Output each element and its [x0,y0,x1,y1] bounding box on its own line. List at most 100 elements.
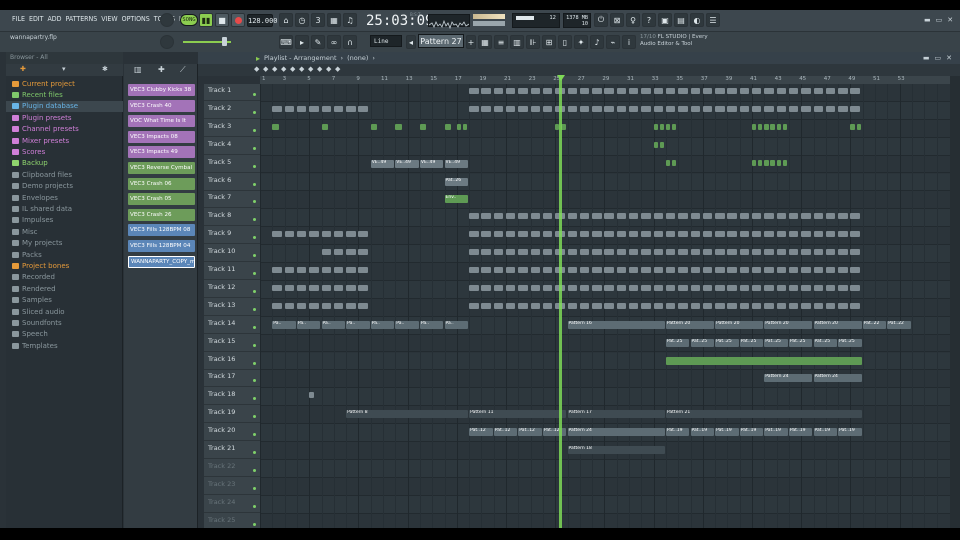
pattern-clip[interactable] [715,213,725,220]
browser-item-speech[interactable]: Speech [12,329,48,340]
pattern-clip[interactable] [690,267,700,273]
browser-item-scores[interactable]: Scores [12,146,45,157]
pattern-clip[interactable] [850,302,860,309]
pattern-clip[interactable]: Env.. [444,195,469,204]
cpu-panic-icon[interactable]: ⏻ [594,13,608,27]
pattern-clip[interactable]: Pat..12 [493,428,518,437]
pattern-clip[interactable] [616,88,627,94]
pattern-clip[interactable]: Pa.. [272,320,296,329]
pattern-clip[interactable] [727,213,737,220]
mixer-icon[interactable]: ⊠ [610,13,624,27]
picker-item[interactable]: VOC What Time Is It [128,115,195,128]
track-header[interactable]: Track 4 [204,138,260,155]
pattern-clip[interactable] [629,213,639,220]
pattern-clip[interactable] [542,284,553,291]
pattern-clip[interactable] [776,249,787,256]
pattern-clip[interactable] [850,105,860,112]
track-mute-led[interactable] [253,307,256,311]
pattern-clip[interactable] [678,231,688,238]
pattern-clip[interactable] [813,302,823,309]
pattern-clip[interactable] [641,88,651,94]
pattern-clip[interactable] [641,302,651,309]
pattern-clip[interactable]: Pa.. [296,320,321,329]
track-mute-led[interactable] [253,486,256,490]
pattern-clip[interactable] [715,88,725,94]
pattern-clip[interactable] [850,88,860,94]
pattern-clip[interactable] [788,105,799,112]
pattern-clip[interactable] [579,88,590,94]
track-mute-led[interactable] [253,200,256,204]
track-header[interactable]: Track 6 [204,174,260,191]
pattern-clip[interactable] [592,284,602,291]
snap-selector[interactable]: Line [370,35,402,47]
pattern-clip[interactable] [530,88,541,94]
pattern-clip[interactable] [309,392,315,399]
browser-item-templates[interactable]: Templates [12,340,58,351]
pattern-clip[interactable]: Pat..12 [469,428,493,437]
pattern-clip[interactable] [752,88,762,94]
track-mute-led[interactable] [253,218,256,222]
play-tool-icon[interactable]: ◆ [317,65,322,73]
pattern-clip[interactable]: Pattern 21 [665,410,862,419]
pattern-clip[interactable] [825,88,836,94]
pattern-clip[interactable] [825,105,836,112]
pattern-clip[interactable] [782,123,787,130]
pattern-clip[interactable] [770,123,775,130]
pattern-clip[interactable] [752,231,762,238]
pattern-clip[interactable] [333,302,344,309]
pattern-clip[interactable] [653,249,664,256]
news-icon[interactable]: ☰ [706,13,720,27]
pattern-clip[interactable] [850,249,860,256]
pattern-clip[interactable] [727,88,737,94]
pattern-clip[interactable] [764,284,774,291]
pattern-clip[interactable] [272,123,279,130]
pattern-clip[interactable] [788,302,799,309]
pattern-clip[interactable] [604,105,614,112]
pattern-clip[interactable] [678,267,688,273]
pattern-clip[interactable]: VE..49 [419,159,444,168]
pattern-clip[interactable] [506,231,516,238]
pattern-clip[interactable] [296,267,307,273]
picker-item[interactable]: VEC3 Crash 26 [128,208,195,221]
track-header[interactable]: Track 11 [204,263,260,280]
metronome-icon[interactable]: ⌂ [279,13,293,27]
browser-icon[interactable]: ▯ [558,35,572,49]
pattern-clip[interactable] [672,159,677,166]
pattern-clip[interactable] [579,267,590,273]
pattern-clip[interactable] [641,231,651,238]
pattern-clip[interactable]: VE..49 [370,159,395,168]
pattern-clip[interactable]: Pat..25 [715,338,739,347]
pattern-clip[interactable] [604,88,614,94]
menu-add[interactable]: ADD [48,15,62,23]
pattern-clip[interactable]: Pat..19 [813,428,838,437]
pattern-clip[interactable] [358,267,368,273]
link-icon[interactable]: ∞ [327,35,341,49]
pattern-clip[interactable] [542,267,553,273]
pattern-clip[interactable] [579,249,590,256]
track-mute-led[interactable] [253,110,256,114]
menu-options[interactable]: OPTIONS [122,15,150,23]
picker-brush-icon[interactable]: ⟋ [180,65,186,75]
plug-icon[interactable]: ⌁ [606,35,620,49]
pattern-clip[interactable] [629,249,639,256]
pattern-clip[interactable]: Pattern 20 [715,320,764,329]
picker-item[interactable]: VEC3 Crash 40 [128,99,195,112]
pattern-clip[interactable] [419,123,427,130]
track-mute-led[interactable] [253,451,256,454]
pattern-prev-icon[interactable]: ◂ [406,35,416,49]
step-edit-icon[interactable]: ▦ [327,13,341,27]
track-header[interactable]: Track 19 [204,406,260,424]
pattern-clip[interactable] [530,249,541,256]
plugin-picker-icon[interactable]: ⊞ [542,35,556,49]
track-header[interactable]: Track 16 [204,353,260,370]
pattern-clip[interactable] [788,267,799,273]
pattern-clip[interactable] [309,284,319,291]
pattern-clip[interactable] [764,123,769,130]
pattern-clip[interactable] [284,105,295,112]
browser-item-demo-projects[interactable]: Demo projects [12,181,73,192]
pattern-clip[interactable] [825,231,836,238]
pattern-clip[interactable] [567,302,577,309]
browser-item-mixer-presets[interactable]: Mixer presets [12,135,69,146]
pattern-clip[interactable] [321,249,331,256]
pattern-clip[interactable] [678,249,688,256]
